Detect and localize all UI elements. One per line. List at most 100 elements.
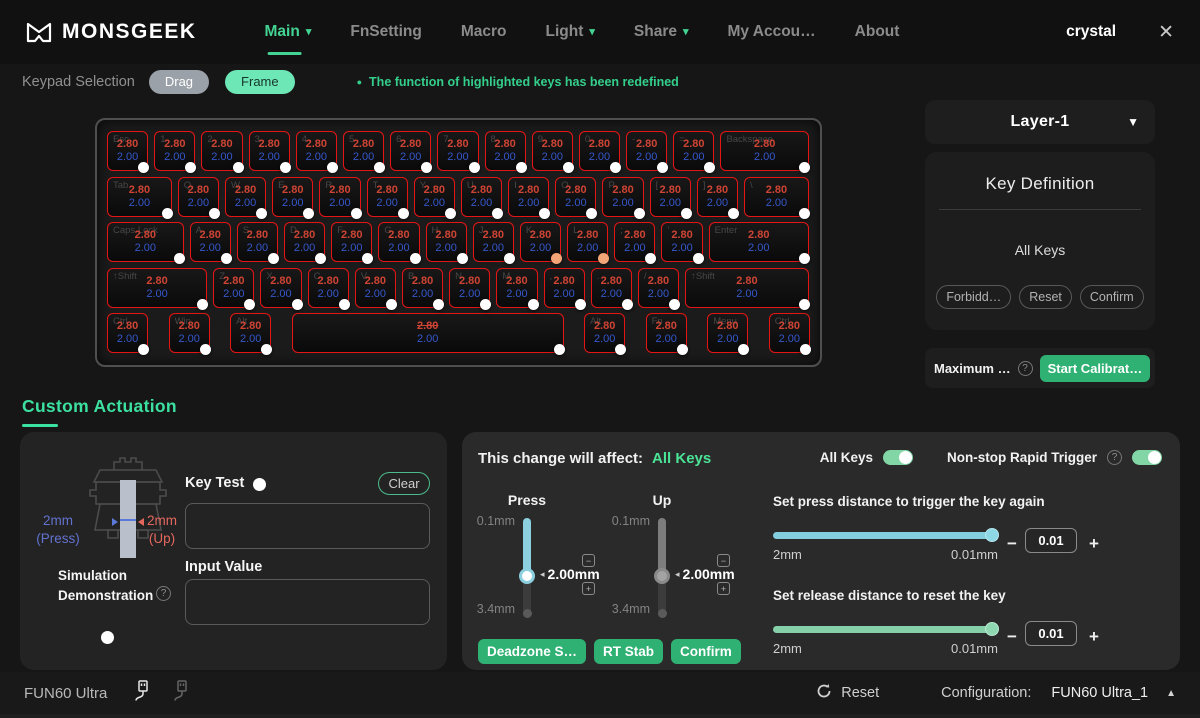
- key-t[interactable]: T2.802.00: [367, 177, 408, 217]
- caret-up-icon[interactable]: ▲: [1166, 688, 1176, 699]
- key--[interactable]: .2.802.00: [591, 268, 632, 308]
- press-distance-input[interactable]: 0.01: [1025, 528, 1077, 553]
- usb-cable-icon-active[interactable]: [131, 679, 152, 707]
- question-icon[interactable]: ?: [1018, 361, 1033, 376]
- press-distance-decrease-button[interactable]: −: [1007, 535, 1017, 552]
- confirm-button[interactable]: Confirm: [1080, 285, 1144, 309]
- key-m[interactable]: M2.802.00: [496, 268, 537, 308]
- key--[interactable]: ,2.802.00: [544, 268, 585, 308]
- key-9[interactable]: 92.802.00: [532, 131, 573, 171]
- release-distance-slider[interactable]: [773, 626, 997, 633]
- key-ctrl[interactable]: Ctrl2.802.00: [107, 313, 148, 353]
- key-5[interactable]: 52.802.00: [343, 131, 384, 171]
- key--shift[interactable]: ↑Shift2.802.00: [107, 268, 207, 308]
- key--[interactable]: -2.802.00: [626, 131, 667, 171]
- key-tab[interactable]: Tab2.802.00: [107, 177, 172, 217]
- deadzone-button[interactable]: Deadzone S…: [478, 639, 586, 664]
- key-4[interactable]: 42.802.00: [296, 131, 337, 171]
- key-v[interactable]: V2.802.00: [355, 268, 396, 308]
- key-alt[interactable]: Alt2.802.00: [230, 313, 271, 353]
- input-value-field[interactable]: [185, 579, 430, 625]
- key-test-output[interactable]: [185, 503, 430, 549]
- key-f[interactable]: F2.802.00: [331, 222, 372, 262]
- key-y[interactable]: Y2.802.00: [414, 177, 455, 217]
- press-increase-button[interactable]: +: [582, 582, 595, 595]
- key--[interactable]: '2.802.00: [661, 222, 702, 262]
- press-distance-increase-button[interactable]: +: [1089, 535, 1099, 552]
- key-i[interactable]: I2.802.00: [508, 177, 549, 217]
- question-icon[interactable]: ?: [1107, 450, 1122, 465]
- key-z[interactable]: Z2.802.00: [213, 268, 254, 308]
- key-j[interactable]: J2.802.00: [473, 222, 514, 262]
- key-b[interactable]: B2.802.00: [402, 268, 443, 308]
- key-esc[interactable]: Esc2.802.00: [107, 131, 148, 171]
- key-l[interactable]: L2.802.00: [567, 222, 608, 262]
- key-u[interactable]: U2.802.00: [461, 177, 502, 217]
- release-distance-decrease-button[interactable]: −: [1007, 628, 1017, 645]
- key--[interactable]: =2.802.00: [673, 131, 714, 171]
- key--[interactable]: \2.802.00: [744, 177, 809, 217]
- key--[interactable]: ]2.802.00: [697, 177, 738, 217]
- key-w[interactable]: W2.802.00: [225, 177, 266, 217]
- key-backspace[interactable]: Backspace2.802.00: [720, 131, 808, 171]
- close-icon[interactable]: ✕: [1158, 23, 1174, 42]
- key-g[interactable]: G2.802.00: [378, 222, 419, 262]
- key-h[interactable]: H2.802.00: [426, 222, 467, 262]
- release-distance-knob[interactable]: [985, 622, 999, 636]
- key-2[interactable]: 22.802.00: [201, 131, 242, 171]
- key-caps-lock[interactable]: Caps Lock2.802.00: [107, 222, 184, 262]
- key--[interactable]: [2.802.00: [650, 177, 691, 217]
- press-distance-slider[interactable]: [773, 532, 997, 539]
- nav-item-fnsetting[interactable]: FnSetting: [350, 15, 421, 49]
- key-d[interactable]: D2.802.00: [284, 222, 325, 262]
- press-decrease-button[interactable]: −: [582, 554, 595, 567]
- up-decrease-button[interactable]: −: [717, 554, 730, 567]
- key-1[interactable]: 12.802.00: [154, 131, 195, 171]
- rapid-trigger-toggle[interactable]: [1132, 450, 1162, 465]
- clear-button[interactable]: Clear: [378, 472, 430, 495]
- key-3[interactable]: 32.802.00: [249, 131, 290, 171]
- key-8[interactable]: 82.802.00: [485, 131, 526, 171]
- key-menu[interactable]: Menu2.802.00: [707, 313, 748, 353]
- key-p[interactable]: P2.802.00: [602, 177, 643, 217]
- key-space[interactable]: 2.802.00: [292, 313, 564, 353]
- key-e[interactable]: E2.802.00: [272, 177, 313, 217]
- press-distance-knob[interactable]: [985, 528, 999, 542]
- rt-stab-button[interactable]: RT Stab: [594, 639, 663, 664]
- layer-selector[interactable]: Layer-1 ▼: [925, 100, 1155, 144]
- key-a[interactable]: A2.802.00: [190, 222, 231, 262]
- key-k[interactable]: K2.802.00: [520, 222, 561, 262]
- confirm-button[interactable]: Confirm: [671, 639, 741, 664]
- nav-item-macro[interactable]: Macro: [461, 15, 507, 49]
- start-calibration-button[interactable]: Start Calibrat…: [1040, 355, 1151, 382]
- frame-button[interactable]: Frame: [225, 70, 295, 94]
- reset-button[interactable]: Reset: [816, 683, 879, 704]
- forbidd--button[interactable]: Forbidd…: [936, 285, 1011, 309]
- key-r[interactable]: R2.802.00: [319, 177, 360, 217]
- key-fn[interactable]: Fn2.802.00: [646, 313, 687, 353]
- key--[interactable]: ;2.802.00: [614, 222, 655, 262]
- key-c[interactable]: C2.802.00: [308, 268, 349, 308]
- key-q[interactable]: Q2.802.00: [178, 177, 219, 217]
- drag-button[interactable]: Drag: [149, 70, 209, 94]
- key-0[interactable]: 02.802.00: [579, 131, 620, 171]
- key-x[interactable]: X2.802.00: [260, 268, 301, 308]
- key-win[interactable]: Win2.802.00: [169, 313, 210, 353]
- press-slider-knob[interactable]: [519, 568, 535, 584]
- key-enter[interactable]: Enter2.802.00: [709, 222, 809, 262]
- release-distance-input[interactable]: 0.01: [1025, 621, 1077, 646]
- key-alt[interactable]: Alt2.802.00: [584, 313, 625, 353]
- up-increase-button[interactable]: +: [717, 582, 730, 595]
- configuration-value[interactable]: FUN60 Ultra_1: [1051, 685, 1148, 701]
- question-icon[interactable]: ?: [156, 586, 171, 601]
- nav-item-about[interactable]: About: [855, 15, 900, 49]
- nav-item-share[interactable]: Share▾: [634, 15, 689, 49]
- nav-item-my-accou-[interactable]: My Accou…: [728, 15, 816, 49]
- nav-item-light[interactable]: Light▾: [545, 15, 594, 49]
- reset-button[interactable]: Reset: [1019, 285, 1072, 309]
- key-6[interactable]: 62.802.00: [390, 131, 431, 171]
- release-distance-increase-button[interactable]: +: [1089, 628, 1099, 645]
- all-keys-toggle[interactable]: [883, 450, 913, 465]
- username[interactable]: crystal: [1066, 23, 1116, 41]
- key-7[interactable]: 72.802.00: [437, 131, 478, 171]
